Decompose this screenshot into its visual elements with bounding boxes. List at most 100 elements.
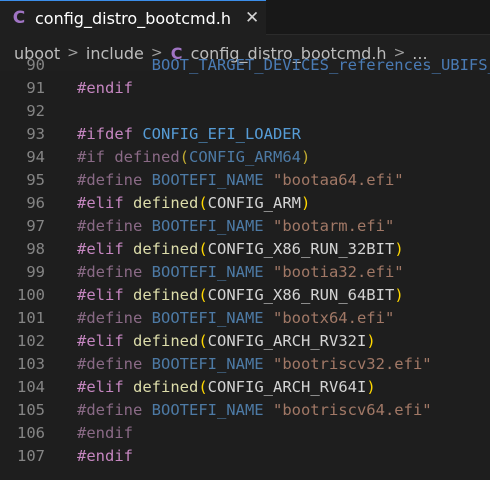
code-line[interactable]: 99 #define BOOTEFI_NAME "bootia32.efi" [0,261,490,284]
code-text: #define BOOTEFI_NAME "bootriscv32.efi" [77,353,432,376]
code-token: BOOTEFI_NAME [151,401,273,419]
code-token: defined [133,332,199,350]
tab-label: config_distro_bootcmd.h [35,8,231,28]
code-token: #endif [77,447,133,465]
code-token: "bootaa64.efi" [272,171,404,189]
code-line[interactable]: 97 #define BOOTEFI_NAME "bootarm.efi" [0,215,490,238]
code-text: #elif defined(CONFIG_ARCH_RV64I) [77,376,376,399]
code-token: BOOTEFI_NAME [151,263,273,281]
code-token: BOOTEFI_NAME [151,217,273,235]
code-token: #define [77,401,152,419]
code-token: ) [301,194,311,212]
line-number: 105 [17,401,45,419]
code-text: #if defined(CONFIG_ARM64) [77,146,310,169]
code-token: CONFIG_EFI_LOADER [142,125,301,143]
code-line[interactable]: 106 #endif [0,422,490,445]
line-number: 99 [26,263,45,281]
line-number: 90 [26,56,45,74]
code-token: "bootarm.efi" [272,217,395,235]
line-number: 91 [26,79,45,97]
code-token: "bootx64.efi" [272,309,395,327]
code-line[interactable]: 105 #define BOOTEFI_NAME "bootriscv64.efi… [0,399,490,422]
line-number: 101 [17,309,45,327]
code-line[interactable]: 91 #endif [0,77,490,100]
editor-tab-active[interactable]: C config_distro_bootcmd.h ✕ [0,0,266,35]
code-token: CONFIG_ARCH_RV64I [207,378,367,396]
code-text: #define BOOTEFI_NAME "bootriscv64.efi" [77,399,432,422]
line-number: 106 [17,424,45,442]
code-token: ( [198,240,208,258]
line-number: 96 [26,194,45,212]
code-token: defined [114,148,180,166]
code-token: #define [77,309,152,327]
code-editor[interactable]: 90 BOOT_TARGET_DEVICES_references_UBIFS_… [0,55,490,480]
code-token: "bootia32.efi" [272,263,404,281]
code-text: #endif [77,422,133,445]
code-token: #elif [77,240,133,258]
code-token: "bootriscv64.efi" [272,401,432,419]
code-token: defined [133,194,199,212]
code-token: CONFIG_X86_RUN_32BIT [207,240,395,258]
tab-bar: C config_distro_bootcmd.h ✕ [0,0,490,35]
code-line[interactable]: 102 #elif defined(CONFIG_ARCH_RV32I) [0,330,490,353]
code-token: #define [77,171,152,189]
line-number: 100 [17,286,45,304]
code-token: CONFIG_X86_RUN_64BIT [207,286,395,304]
code-text: #define BOOTEFI_NAME "bootia32.efi" [77,261,404,284]
code-line[interactable]: 94 #if defined(CONFIG_ARM64) [0,146,490,169]
code-token: CONFIG_ARCH_RV32I [207,332,367,350]
code-line[interactable]: 90 BOOT_TARGET_DEVICES_references_UBIFS_… [0,55,490,77]
code-token: #endif [77,424,133,442]
code-text: #define BOOTEFI_NAME "bootx64.efi" [77,307,394,330]
code-text: #elif defined(CONFIG_ARCH_RV32I) [77,330,376,353]
code-token: ( [179,148,189,166]
code-token: #if [77,148,115,166]
code-token: ) [300,148,311,166]
code-text: #elif defined(CONFIG_X86_RUN_32BIT) [77,238,404,261]
close-icon[interactable]: ✕ [245,9,259,27]
code-token: "bootriscv32.efi" [272,355,432,373]
code-text: BOOT_TARGET_DEVICES_references_UBIFS_wit… [77,55,490,77]
code-token: ) [366,332,376,350]
line-number: 102 [17,332,45,350]
code-token: ) [366,378,376,396]
code-line[interactable]: 107 #endif [0,445,490,468]
code-token: #elif [77,286,133,304]
code-text: #endif [77,77,133,100]
code-token: BOOT_TARGET_DEVICES_references_UBIFS_wit… [151,56,490,74]
code-token: ) [394,240,404,258]
code-line[interactable]: 92 [0,100,490,123]
code-line[interactable]: 98 #elif defined(CONFIG_X86_RUN_32BIT) [0,238,490,261]
code-token: BOOTEFI_NAME [151,355,273,373]
code-text: #endif [77,445,133,468]
code-line[interactable]: 96 #elif defined(CONFIG_ARM) [0,192,490,215]
code-token: CONFIG_ARM [207,194,301,212]
code-token: defined [133,286,199,304]
code-token: #elif [77,332,133,350]
code-text: #define BOOTEFI_NAME "bootarm.efi" [77,215,394,238]
code-token: #define [77,263,152,281]
line-number: 103 [17,355,45,373]
line-number: 92 [26,102,45,120]
line-number: 104 [17,378,45,396]
code-line[interactable]: 93 #ifdef CONFIG_EFI_LOADER [0,123,490,146]
code-token: #define [77,355,152,373]
code-token: #define [77,217,152,235]
line-number: 93 [26,125,45,143]
code-token: #elif [77,378,133,396]
code-line[interactable]: 104 #elif defined(CONFIG_ARCH_RV64I) [0,376,490,399]
line-number: 94 [26,148,45,166]
c-language-icon: C [12,8,26,28]
line-number: 98 [26,240,45,258]
code-token: ) [394,286,404,304]
code-line[interactable]: 101 #define BOOTEFI_NAME "bootx64.efi" [0,307,490,330]
code-token: defined [133,240,199,258]
code-line[interactable]: 100 #elif defined(CONFIG_X86_RUN_64BIT) [0,284,490,307]
code-line[interactable]: 103 #define BOOTEFI_NAME "bootriscv32.efi… [0,353,490,376]
code-token: CONFIG_ARM64 [189,148,301,166]
code-token: ( [198,286,208,304]
code-token: ( [198,332,208,350]
code-line[interactable]: 95 #define BOOTEFI_NAME "bootaa64.efi" [0,169,490,192]
code-token: ( [198,378,208,396]
code-token: ( [198,194,208,212]
